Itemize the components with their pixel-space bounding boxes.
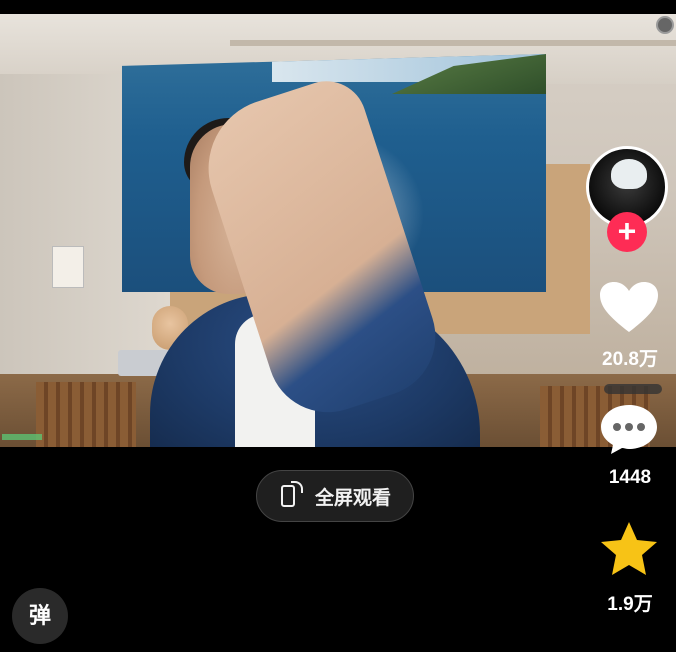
heart-icon [600, 282, 658, 332]
danmu-label: 弹 [28, 603, 51, 628]
video-corner-caption [2, 434, 42, 440]
danmu-toggle-button[interactable]: 弹 [12, 588, 68, 644]
favorite-count: 1.9万 [607, 594, 653, 615]
comment-icon [601, 405, 657, 454]
camera-sensor-icon [656, 16, 674, 34]
favorite-button[interactable] [598, 520, 660, 583]
video-frame[interactable] [0, 14, 676, 447]
video-wall-poster [52, 246, 84, 288]
comment-button[interactable] [598, 402, 660, 461]
video-ceiling-beam [230, 40, 676, 46]
video-zoom-indicator [604, 384, 662, 394]
fullscreen-button[interactable]: 全屏观看 [256, 470, 414, 522]
video-chair [36, 382, 136, 447]
fullscreen-label: 全屏观看 [315, 487, 392, 509]
like-count: 20.8万 [602, 349, 658, 370]
like-button[interactable] [598, 280, 660, 339]
comment-count: 1448 [608, 467, 652, 488]
fullscreen-rotate-icon [277, 481, 303, 511]
follow-plus-icon[interactable]: + [607, 212, 647, 252]
star-icon [601, 522, 657, 575]
